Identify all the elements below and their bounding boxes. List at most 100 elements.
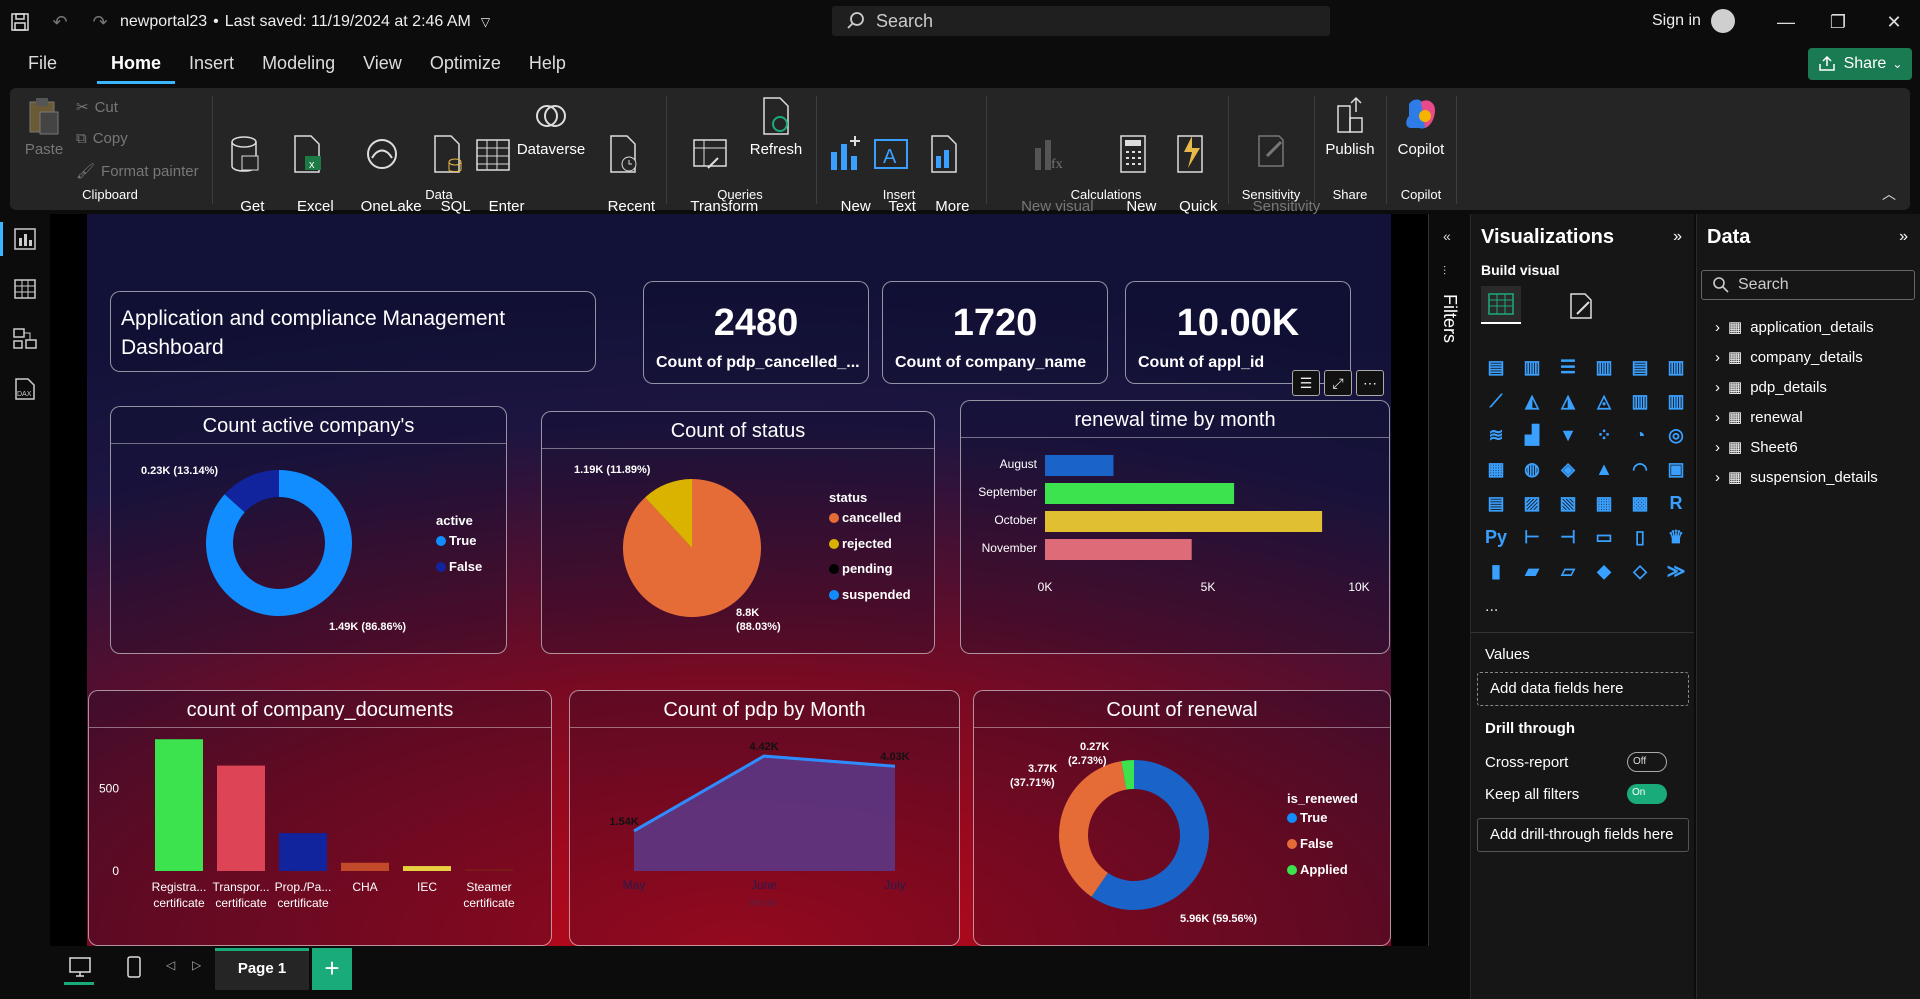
model-view-icon[interactable] — [12, 326, 38, 352]
stacked-area-chart-icon[interactable]: ◮ — [1555, 388, 1581, 414]
treemap-icon[interactable]: ▦ — [1483, 456, 1509, 482]
ai-visual-icon[interactable]: ◇ — [1627, 558, 1653, 584]
menu-modeling[interactable]: Modeling — [248, 44, 349, 84]
values-drop-zone[interactable]: Add data fields here — [1477, 672, 1689, 706]
line-chart-icon[interactable]: ⟋ — [1483, 388, 1509, 414]
more-options-icon[interactable]: ⋯ — [1356, 370, 1384, 396]
sign-in-link[interactable]: Sign in — [1652, 12, 1701, 30]
table-suspension-details[interactable]: › ▦ suspension_details — [1715, 468, 1878, 487]
status-chart[interactable]: Count of status 1.19K (11.89%) 8.8K (88.… — [541, 411, 935, 654]
clustered-bar-chart-icon[interactable]: ☰ — [1555, 354, 1581, 380]
menu-home[interactable]: Home — [97, 44, 176, 84]
power-apps-icon[interactable]: ▰ — [1519, 558, 1545, 584]
format-visual-icon[interactable] — [1567, 292, 1595, 320]
donut-chart-icon[interactable]: ◎ — [1663, 422, 1689, 448]
metrics-icon[interactable]: ♛ — [1663, 524, 1689, 550]
kpi-card-pdp-cancelled[interactable]: 2480 Count of pdp_cancelled_... — [643, 281, 869, 384]
build-visual-tab[interactable] — [1481, 286, 1521, 324]
100-column-chart-icon[interactable]: ▥ — [1663, 354, 1689, 380]
key-influencers-icon[interactable]: ⊢ — [1519, 524, 1545, 550]
kpi-card-company-name[interactable]: 1720 Count of company_name — [882, 281, 1108, 384]
undo-icon[interactable]: ↶ — [40, 0, 80, 44]
100-bar-chart-icon[interactable]: ▤ — [1627, 354, 1653, 380]
line-clustered-column-icon[interactable]: ▥ — [1627, 388, 1653, 414]
dashboard-title-card[interactable]: Application and compliance Management Da… — [110, 291, 596, 372]
area-chart-icon[interactable]: ◭ — [1519, 388, 1545, 414]
ribbon-chart-icon[interactable]: ≋ — [1483, 422, 1509, 448]
bar-august[interactable] — [1045, 455, 1114, 476]
100-area-chart-icon[interactable]: ◬ — [1591, 388, 1617, 414]
bar-6[interactable] — [465, 869, 513, 871]
area-fill[interactable] — [634, 756, 895, 871]
table-renewal[interactable]: › ▦ renewal — [1715, 408, 1803, 427]
bar-november[interactable] — [1045, 539, 1192, 560]
report-view-icon[interactable] — [12, 226, 38, 252]
collapse-visualizations-icon[interactable]: » — [1673, 228, 1682, 246]
next-page-icon[interactable]: ▷ — [192, 958, 201, 972]
legend-item-pending[interactable]: pending — [829, 561, 893, 576]
renewal-month-chart[interactable]: renewal time by month August September Oct… — [960, 400, 1390, 654]
map-icon[interactable]: ◍ — [1519, 456, 1545, 482]
renewal-count-chart[interactable]: Count of renewal 0.27K (2.73%) 3.77K (37… — [973, 690, 1391, 946]
table-application-details[interactable]: › ▦ application_details — [1715, 318, 1874, 337]
menu-help[interactable]: Help — [515, 44, 580, 84]
legend-item-suspended[interactable]: suspended — [829, 587, 911, 602]
bar-october[interactable] — [1045, 511, 1323, 532]
bar-5[interactable] — [403, 866, 451, 871]
add-page-button[interactable]: + — [312, 948, 352, 990]
funnel-chart-icon[interactable]: ▼ — [1555, 422, 1581, 448]
desktop-layout-icon[interactable] — [68, 956, 92, 978]
data-search-input[interactable]: Search — [1701, 270, 1915, 300]
qa-icon[interactable]: ▭ — [1591, 524, 1617, 550]
matrix-icon[interactable]: ▩ — [1627, 490, 1653, 516]
clustered-column-chart-icon[interactable]: ▥ — [1591, 354, 1617, 380]
pie-chart-icon[interactable]: ◔ — [1627, 422, 1653, 448]
close-icon[interactable]: ✕ — [1874, 8, 1914, 36]
smart-narrative-icon[interactable]: ▯ — [1627, 524, 1653, 550]
minimize-icon[interactable]: — — [1766, 8, 1806, 36]
waterfall-chart-icon[interactable]: ▟ — [1519, 422, 1545, 448]
collapse-data-icon[interactable]: » — [1899, 228, 1908, 246]
legend-item-true[interactable]: True — [1287, 810, 1327, 825]
power-automate-icon[interactable]: ▱ — [1555, 558, 1581, 584]
legend-item-false[interactable]: False — [1287, 836, 1333, 851]
bar-1[interactable] — [155, 739, 203, 871]
more-visuals-ellipsis[interactable]: ... — [1485, 598, 1498, 616]
table-sheet6[interactable]: › ▦ Sheet6 — [1715, 438, 1798, 457]
table-pdp-details[interactable]: › ▦ pdp_details — [1715, 378, 1827, 397]
keep-filters-toggle[interactable]: On — [1627, 784, 1667, 804]
bar-2[interactable] — [217, 765, 265, 871]
card-icon[interactable]: ▣ — [1663, 456, 1689, 482]
gauge-icon[interactable]: ◠ — [1627, 456, 1653, 482]
r-visual-icon[interactable]: R — [1663, 490, 1689, 516]
redo-icon[interactable]: ↷ — [80, 0, 120, 44]
bar-4[interactable] — [341, 862, 389, 871]
legend-item-cancelled[interactable]: cancelled — [829, 510, 901, 525]
decomposition-tree-icon[interactable]: ⊣ — [1555, 524, 1581, 550]
arcgis-icon[interactable]: ◆ — [1591, 558, 1617, 584]
table-icon[interactable]: ▦ — [1591, 490, 1617, 516]
paginated-report-icon[interactable]: ▮ — [1483, 558, 1509, 584]
legend-item-false[interactable]: False — [436, 559, 482, 574]
menu-optimize[interactable]: Optimize — [416, 44, 515, 84]
active-company-chart[interactable]: Count active company's 0.23K (13.14%) 1.… — [110, 406, 507, 654]
kpi-card-appl-id[interactable]: 10.00K Count of appl_id — [1125, 281, 1351, 384]
page-tab-1[interactable]: Page 1 — [215, 948, 309, 990]
menu-file[interactable]: File — [14, 44, 71, 84]
stacked-bar-chart-icon[interactable]: ▤ — [1483, 354, 1509, 380]
filled-map-icon[interactable]: ◈ — [1555, 456, 1581, 482]
company-documents-chart[interactable]: count of company_documents 500 0 Registra.… — [88, 690, 552, 946]
save-icon[interactable] — [0, 0, 40, 44]
slice-false[interactable] — [1059, 761, 1127, 897]
menu-insert[interactable]: Insert — [175, 44, 248, 84]
slicer-icon[interactable]: ▧ — [1555, 490, 1581, 516]
bar-september[interactable] — [1045, 483, 1235, 504]
filter-icon[interactable]: ☰ — [1292, 370, 1320, 396]
collapse-ribbon-icon[interactable]: ︿ — [1882, 184, 1896, 204]
search-input[interactable]: Search — [832, 6, 1330, 36]
python-visual-icon[interactable]: Py — [1483, 524, 1509, 550]
legend-item-rejected[interactable]: rejected — [829, 536, 892, 551]
azure-map-icon[interactable]: ▲ — [1591, 456, 1617, 482]
filters-pane[interactable]: « ⫶ Filters — [1428, 214, 1468, 946]
kpi-icon[interactable]: ▨ — [1519, 490, 1545, 516]
